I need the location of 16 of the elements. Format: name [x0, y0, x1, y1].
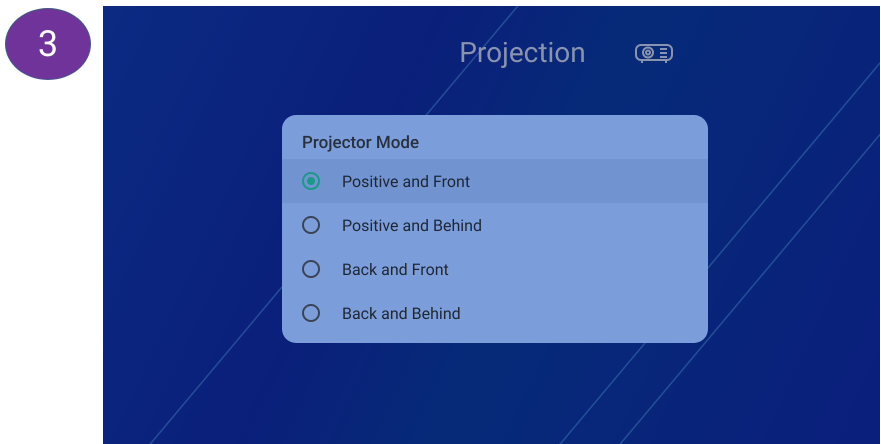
- option-label: Positive and Front: [342, 172, 470, 190]
- radio-button[interactable]: [302, 216, 320, 234]
- mode-option[interactable]: Positive and Front: [282, 159, 708, 203]
- dialog-title: Projector Mode: [301, 133, 420, 155]
- mode-option[interactable]: Positive and Behind: [282, 203, 708, 247]
- step-number-badge: 3: [5, 8, 91, 80]
- option-label: Back and Behind: [342, 304, 461, 322]
- option-label: Back and Front: [342, 260, 449, 278]
- radio-button[interactable]: [302, 172, 320, 190]
- radio-button[interactable]: [302, 304, 320, 322]
- projector-icon: [634, 42, 674, 64]
- screen-title: Projection: [459, 36, 586, 69]
- mode-option[interactable]: Back and Front: [282, 247, 708, 291]
- radio-button[interactable]: [302, 260, 320, 278]
- mode-option[interactable]: Back and Behind: [282, 291, 708, 335]
- option-label: Positive and Behind: [342, 216, 482, 234]
